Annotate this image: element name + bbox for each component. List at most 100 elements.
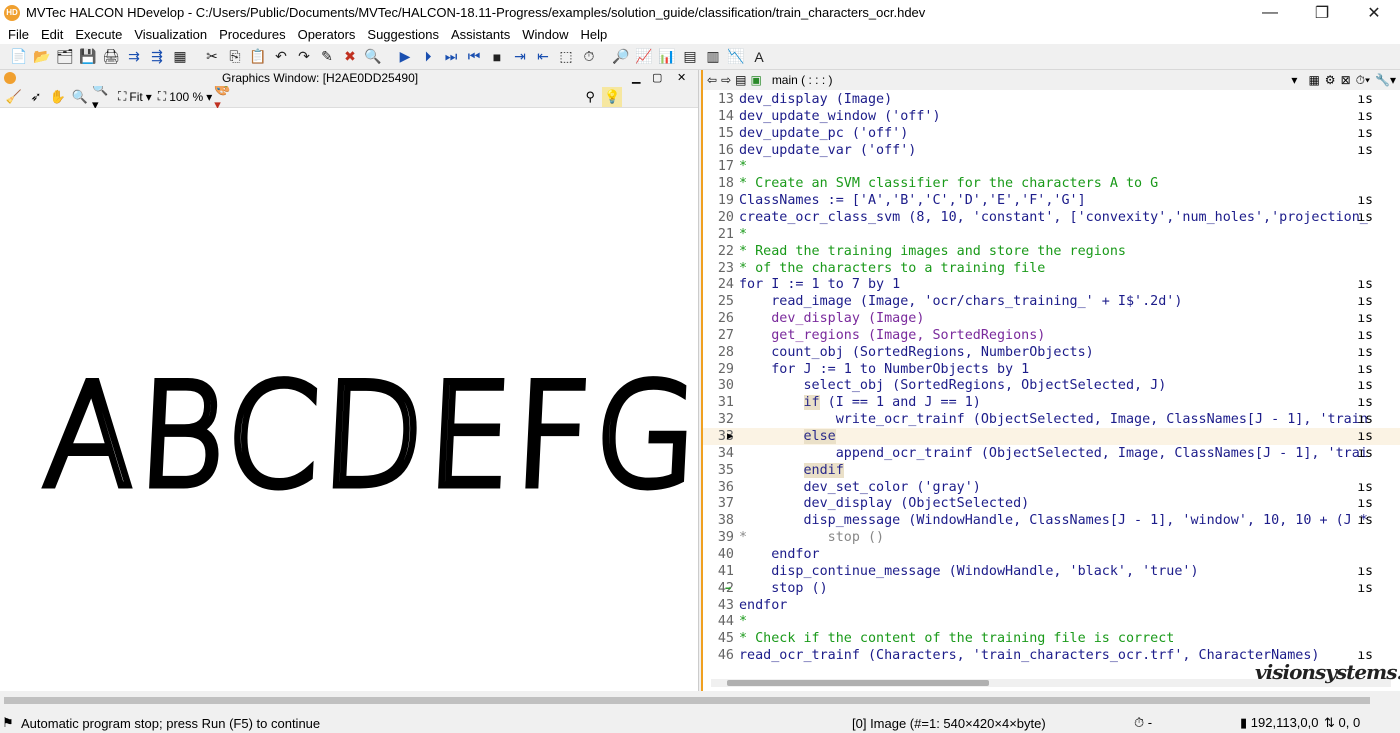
find-icon[interactable]: 🔍	[362, 46, 384, 68]
feature-histogram-icon[interactable]: 📊	[656, 46, 678, 68]
menu-help[interactable]: Help	[574, 27, 613, 42]
run-to-insert-icon[interactable]: ⏵	[417, 46, 439, 68]
code-line[interactable]: 19 ClassNames := ['A','B','C','D','E','F'…	[703, 192, 1400, 209]
code-line[interactable]: 39 * stop ()	[703, 529, 1400, 546]
code-line[interactable]: 17 *	[703, 158, 1400, 175]
minimize-button[interactable]: —	[1244, 0, 1296, 25]
code-editor[interactable]: 13 dev_display (Image) ıs 14 dev_update_wind…	[703, 90, 1400, 665]
code-line[interactable]: 37 dev_display (ObjectSelected) ıs	[703, 495, 1400, 512]
main-horizontal-scrollbar[interactable]	[0, 692, 1400, 710]
code-line[interactable]: 42 ➡ stop () ıs	[703, 580, 1400, 597]
graphics-minimize-icon[interactable]: ▁	[632, 71, 640, 84]
code-line[interactable]: 38 disp_message (WindowHandle, ClassName…	[703, 512, 1400, 529]
code-line[interactable]: 45 * Check if the content of the training…	[703, 630, 1400, 647]
menu-file[interactable]: File	[2, 27, 35, 42]
code-line[interactable]: 36 dev_set_color ('gray') ıs	[703, 479, 1400, 496]
export-procedure-icon[interactable]: ⊠	[1341, 73, 1351, 88]
procedure-icon[interactable]: ▦	[169, 46, 191, 68]
display-settings-icon[interactable]: 🎨▾	[214, 81, 234, 112]
code-line[interactable]: 28 count_obj (SortedRegions, NumberObjec…	[703, 344, 1400, 361]
feature-inspection-icon[interactable]: ▤	[679, 46, 701, 68]
code-line[interactable]: 30 select_obj (SortedRegions, ObjectSele…	[703, 377, 1400, 394]
maximize-button[interactable]: ❐	[1296, 0, 1348, 25]
light-bulb-icon[interactable]: 💡	[602, 86, 623, 107]
procedure-list-icon[interactable]: ▤	[735, 73, 746, 87]
pan-hand-icon[interactable]: ✋	[48, 87, 68, 107]
zoom-icon[interactable]: 🔍	[70, 87, 90, 107]
code-line[interactable]: 32 write_ocr_trainf (ObjectSelected, Ima…	[703, 411, 1400, 428]
code-line[interactable]: 40 endfor	[703, 546, 1400, 563]
menu-window[interactable]: Window	[516, 27, 574, 42]
code-line[interactable]: 27 get_regions (Image, SortedRegions) ıs	[703, 327, 1400, 344]
wrench-icon[interactable]: 🔧▾	[1375, 73, 1396, 88]
code-line[interactable]: 35 endif	[703, 462, 1400, 479]
menu-operators[interactable]: Operators	[292, 27, 362, 42]
zoom-mode-select[interactable]: ⛶ Fit ▾	[118, 89, 152, 104]
pointer-icon[interactable]: ➶	[26, 87, 46, 107]
zoom-options-icon[interactable]: 🔍▾	[92, 81, 112, 112]
code-line[interactable]: 21 *	[703, 226, 1400, 243]
undo-icon[interactable]: ↶	[270, 46, 292, 68]
procedure-dropdown-icon[interactable]: ▾	[1291, 73, 1297, 88]
code-line[interactable]: 34 append_ocr_trainf (ObjectSelected, Im…	[703, 445, 1400, 462]
menu-assistants[interactable]: Assistants	[445, 27, 516, 42]
run-icon[interactable]: ▶	[394, 46, 416, 68]
reset-program-icon[interactable]: ⇥	[509, 46, 531, 68]
code-line[interactable]: 23 * of the characters to a training file	[703, 260, 1400, 277]
save-icon[interactable]: 💾	[77, 46, 99, 68]
menu-edit[interactable]: Edit	[35, 27, 69, 42]
menu-execute[interactable]: Execute	[69, 27, 128, 42]
code-line[interactable]: 24 for I := 1 to 7 by 1 ıs	[703, 276, 1400, 293]
export-icon[interactable]: ⇉	[123, 46, 145, 68]
graphics-maximize-icon[interactable]: ▢	[652, 71, 662, 84]
close-button[interactable]: ✕	[1348, 0, 1400, 25]
code-line[interactable]: 29 for J := 1 to NumberObjects by 1 ıs	[703, 361, 1400, 378]
code-line[interactable]: 16 dev_update_var ('off') ıs	[703, 142, 1400, 159]
open-file-icon[interactable]: 📂	[31, 46, 53, 68]
stop-icon[interactable]: ■	[486, 46, 508, 68]
new-file-icon[interactable]: 📄	[8, 46, 30, 68]
paste-icon[interactable]: 📋	[247, 46, 269, 68]
code-line[interactable]: 15 dev_update_pc ('off') ıs	[703, 125, 1400, 142]
copy-icon[interactable]: ⎘	[224, 46, 246, 68]
code-line[interactable]: 20 create_ocr_class_svm (8, 10, 'constant…	[703, 209, 1400, 226]
step-over-icon[interactable]: ⏭	[440, 46, 462, 68]
ocr-icon[interactable]: A	[748, 46, 770, 68]
open-recent-icon[interactable]: 🗂	[54, 46, 76, 68]
profiler-icon[interactable]: ⏱	[578, 46, 600, 68]
insert-procedure-icon[interactable]: ⇶	[146, 46, 168, 68]
menu-suggestions[interactable]: Suggestions	[361, 27, 445, 42]
code-line[interactable]: 43 endfor	[703, 597, 1400, 614]
jit-icon[interactable]: ⬚	[555, 46, 577, 68]
edit-interface-icon[interactable]: ▦	[1308, 73, 1319, 88]
menu-visualization[interactable]: Visualization	[128, 27, 213, 42]
graphics-close-icon[interactable]: ✕	[677, 71, 686, 84]
redo-icon[interactable]: ↷	[293, 46, 315, 68]
code-line[interactable]: 18 * Create an SVM classifier for the cha…	[703, 175, 1400, 192]
forward-icon[interactable]: ⇨	[721, 73, 731, 87]
settings-icon[interactable]: ⚙	[1325, 73, 1336, 88]
code-line[interactable]: 26 dev_display (Image) ıs	[703, 310, 1400, 327]
code-line[interactable]: 44 *	[703, 613, 1400, 630]
code-line[interactable]: 31 if (I == 1 and J == 1) ıs	[703, 394, 1400, 411]
step-into-icon[interactable]: ⏮	[463, 46, 485, 68]
timer-icon[interactable]: ⏱▾	[1356, 73, 1370, 88]
gray-histogram-icon[interactable]: 📈	[633, 46, 655, 68]
zoom-window-icon[interactable]: 🔎	[610, 46, 632, 68]
code-line[interactable]: 13 dev_display (Image) ıs	[703, 91, 1400, 108]
code-line[interactable]: 14 dev_update_window ('off') ıs	[703, 108, 1400, 125]
print-icon[interactable]: 🖨	[100, 46, 122, 68]
deactivate-line-icon[interactable]: ✖	[339, 46, 361, 68]
zoom-percent-select[interactable]: ⛶ 100 % ▾	[158, 89, 212, 104]
code-line[interactable]: 33 ▶ else ıs	[703, 428, 1400, 445]
activate-line-icon[interactable]: ✎	[316, 46, 338, 68]
back-icon[interactable]: ⇦	[707, 73, 717, 87]
clear-window-icon[interactable]: 🧹	[4, 87, 24, 107]
graphics-canvas[interactable]: ABCDEFG	[0, 108, 708, 691]
reset-procedure-icon[interactable]: ⇤	[532, 46, 554, 68]
code-line[interactable]: 25 read_image (Image, 'ocr/chars_trainin…	[703, 293, 1400, 310]
procedure-select[interactable]: main ( : : : )	[772, 73, 833, 87]
code-line[interactable]: 22 * Read the training images and store t…	[703, 243, 1400, 260]
line-profile-icon[interactable]: ▥	[702, 46, 724, 68]
menu-procedures[interactable]: Procedures	[213, 27, 291, 42]
